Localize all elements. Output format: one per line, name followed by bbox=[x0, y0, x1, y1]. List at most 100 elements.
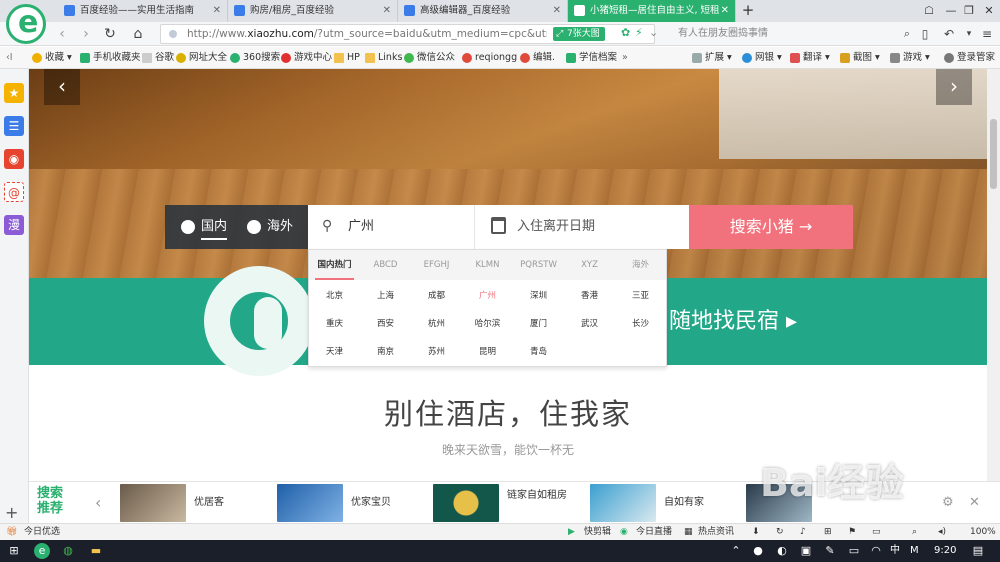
ime-indicator[interactable]: 中 bbox=[890, 540, 900, 562]
lightning-icon[interactable]: ⚡ bbox=[635, 26, 643, 39]
recommend-item[interactable] bbox=[746, 484, 816, 522]
live-link[interactable]: 今日直播 bbox=[636, 524, 672, 540]
city-option[interactable]: 香港 bbox=[564, 282, 615, 310]
news-link[interactable]: 热点资讯 bbox=[698, 524, 734, 540]
bookmark-item[interactable]: 游戏中心 bbox=[281, 47, 332, 69]
folder-icon[interactable]: ▬ bbox=[88, 543, 104, 559]
dd-tab-pqrstw[interactable]: PQRSTW bbox=[513, 250, 564, 280]
wechat-icon[interactable]: ◍ bbox=[60, 543, 76, 559]
comic-icon[interactable]: 漫 bbox=[4, 215, 24, 235]
forward-icon[interactable]: › bbox=[76, 24, 96, 44]
carousel-prev-icon[interactable]: ‹ bbox=[44, 69, 80, 105]
ebank-menu[interactable]: 网银 ▾ bbox=[742, 47, 782, 69]
search-button[interactable]: 搜索小猪 → bbox=[689, 205, 853, 249]
tab-gouf-zuf[interactable]: 购房/租房_百度经验 ✕ bbox=[228, 0, 398, 22]
game-menu[interactable]: 游戏 ▾ bbox=[890, 47, 930, 69]
sound-icon[interactable]: ♪ bbox=[800, 524, 806, 540]
window-icon[interactable]: ▭ bbox=[872, 524, 881, 540]
bookmark-item[interactable]: 学信档案 bbox=[566, 47, 617, 69]
bookmark-item[interactable]: HP bbox=[334, 47, 360, 69]
city-option[interactable]: 上海 bbox=[360, 282, 411, 310]
scrollbar-thumb[interactable] bbox=[990, 119, 997, 189]
refresh-icon[interactable]: ↻ bbox=[100, 24, 120, 44]
carousel-next-icon[interactable]: › bbox=[936, 69, 972, 105]
speed-icon[interactable]: ⚑ bbox=[848, 524, 856, 540]
chevron-up-icon[interactable]: ⌃ bbox=[728, 543, 744, 559]
menu-icon[interactable]: ≡ bbox=[978, 25, 996, 43]
weibo-icon[interactable]: ◉ bbox=[4, 149, 24, 169]
new-tab-button[interactable]: + bbox=[740, 0, 756, 22]
city-option[interactable]: 青岛 bbox=[513, 338, 564, 366]
quick-edit-link[interactable]: 快剪辑 bbox=[584, 524, 611, 540]
recommend-item[interactable]: 链家自如租房 bbox=[433, 484, 583, 522]
ime-mode[interactable]: M bbox=[910, 540, 919, 562]
screenshot-menu[interactable]: 截图 ▾ bbox=[840, 47, 880, 69]
chevron-left-icon[interactable]: ‹ bbox=[95, 482, 101, 524]
city-option[interactable]: 南京 bbox=[360, 338, 411, 366]
close-icon[interactable]: ✕ bbox=[383, 0, 391, 22]
extension-menu[interactable]: 扩展 ▾ bbox=[692, 47, 732, 69]
recommend-item[interactable]: 优居客 bbox=[120, 484, 270, 522]
magnifier-icon[interactable]: ⌕ bbox=[912, 524, 917, 540]
city-option[interactable]: 苏州 bbox=[411, 338, 462, 366]
city-option[interactable]: 成都 bbox=[411, 282, 462, 310]
bookmark-collapse-icon[interactable]: ‹I bbox=[6, 47, 13, 69]
tray-icon[interactable]: ● bbox=[750, 543, 766, 559]
bookmark-item[interactable]: 360搜索 bbox=[230, 47, 280, 69]
city-option[interactable]: 长沙 bbox=[615, 310, 666, 338]
tab-editor[interactable]: 高级编辑器_百度经验 ✕ bbox=[398, 0, 568, 22]
daily-picks-link[interactable]: 今日优选 bbox=[24, 524, 60, 540]
big-image-badge[interactable]: 7张大图 bbox=[553, 27, 605, 41]
tab-domestic[interactable]: 国内 bbox=[181, 205, 228, 249]
bookmark-item[interactable]: 手机收藏夹 bbox=[80, 47, 141, 69]
city-option[interactable]: 三亚 bbox=[615, 282, 666, 310]
pen-icon[interactable]: ✎ bbox=[822, 543, 838, 559]
date-range-input[interactable]: 入住离开日期 bbox=[475, 205, 689, 249]
bookmark-item[interactable]: reqiongg bbox=[462, 47, 517, 69]
dd-tab-abcd[interactable]: ABCD bbox=[360, 250, 411, 280]
close-icon[interactable]: ✕ bbox=[553, 0, 561, 22]
minimize-icon[interactable]: — bbox=[942, 0, 960, 22]
page-scrollbar[interactable] bbox=[987, 69, 1000, 481]
network-icon[interactable]: ◐ bbox=[774, 543, 790, 559]
url-input[interactable]: http://www.xiaozhu.com/?utm_source=baidu… bbox=[160, 24, 658, 44]
dd-tab-klmn[interactable]: KLMN bbox=[462, 250, 513, 280]
city-option[interactable]: 深圳 bbox=[513, 282, 564, 310]
close-icon[interactable]: ✕ bbox=[213, 0, 221, 22]
city-option[interactable]: 武汉 bbox=[564, 310, 615, 338]
bookmark-item[interactable]: 网址大全 bbox=[176, 47, 227, 69]
recommend-item[interactable]: 自如有家 bbox=[590, 484, 740, 522]
shirt-icon[interactable]: ☖ bbox=[920, 0, 938, 22]
tab-xiaozhu[interactable]: 小猪短租—居住自由主义, 短租 ✕ bbox=[568, 0, 736, 22]
login-manager[interactable]: 登录管家 bbox=[944, 47, 995, 69]
back-icon[interactable]: ‹ bbox=[52, 24, 72, 44]
bookmark-item[interactable]: 微信公众 bbox=[404, 47, 455, 69]
gear-icon[interactable]: ⚙ bbox=[942, 482, 954, 524]
tab-overseas[interactable]: 海外 bbox=[247, 205, 293, 249]
city-option[interactable]: 昆明 bbox=[462, 338, 513, 366]
gear-icon[interactable]: ✿ bbox=[621, 26, 630, 39]
video-icon[interactable]: ▣ bbox=[798, 543, 814, 559]
city-option[interactable]: 哈尔滨 bbox=[462, 310, 513, 338]
search-input[interactable]: 有人在朋友圈捣事情 ⌕ bbox=[676, 24, 914, 44]
more-icon[interactable]: » bbox=[622, 47, 628, 69]
search-icon[interactable]: ⌕ bbox=[904, 24, 910, 44]
city-option[interactable]: 西安 bbox=[360, 310, 411, 338]
download-icon[interactable]: ⬇ bbox=[752, 524, 760, 540]
city-option[interactable]: 重庆 bbox=[309, 310, 360, 338]
recommend-item[interactable]: 优家宝贝 bbox=[277, 484, 427, 522]
city-option[interactable]: 厦门 bbox=[513, 310, 564, 338]
notes-icon[interactable]: ☰ bbox=[4, 116, 24, 136]
clock[interactable]: 9:20 bbox=[934, 540, 956, 562]
bookmark-item[interactable]: Links bbox=[365, 47, 402, 69]
favorites-star-icon[interactable]: ★ bbox=[4, 83, 24, 103]
city-input[interactable]: ⚲ 广州 bbox=[308, 205, 475, 249]
wifi-icon[interactable]: ◠ bbox=[868, 543, 884, 559]
zoom-level[interactable]: 100% bbox=[970, 524, 996, 540]
window-close-icon[interactable]: ✕ bbox=[980, 0, 998, 22]
city-option[interactable]: 广州 bbox=[462, 282, 513, 310]
tab-baidu-jingyan[interactable]: 百度经验——实用生活指南 ✕ bbox=[58, 0, 228, 22]
bookmark-item[interactable]: 收藏 ▾ bbox=[32, 47, 72, 69]
reload-icon[interactable]: ↻ bbox=[776, 524, 784, 540]
dd-tab-xyz[interactable]: XYZ bbox=[564, 250, 615, 280]
